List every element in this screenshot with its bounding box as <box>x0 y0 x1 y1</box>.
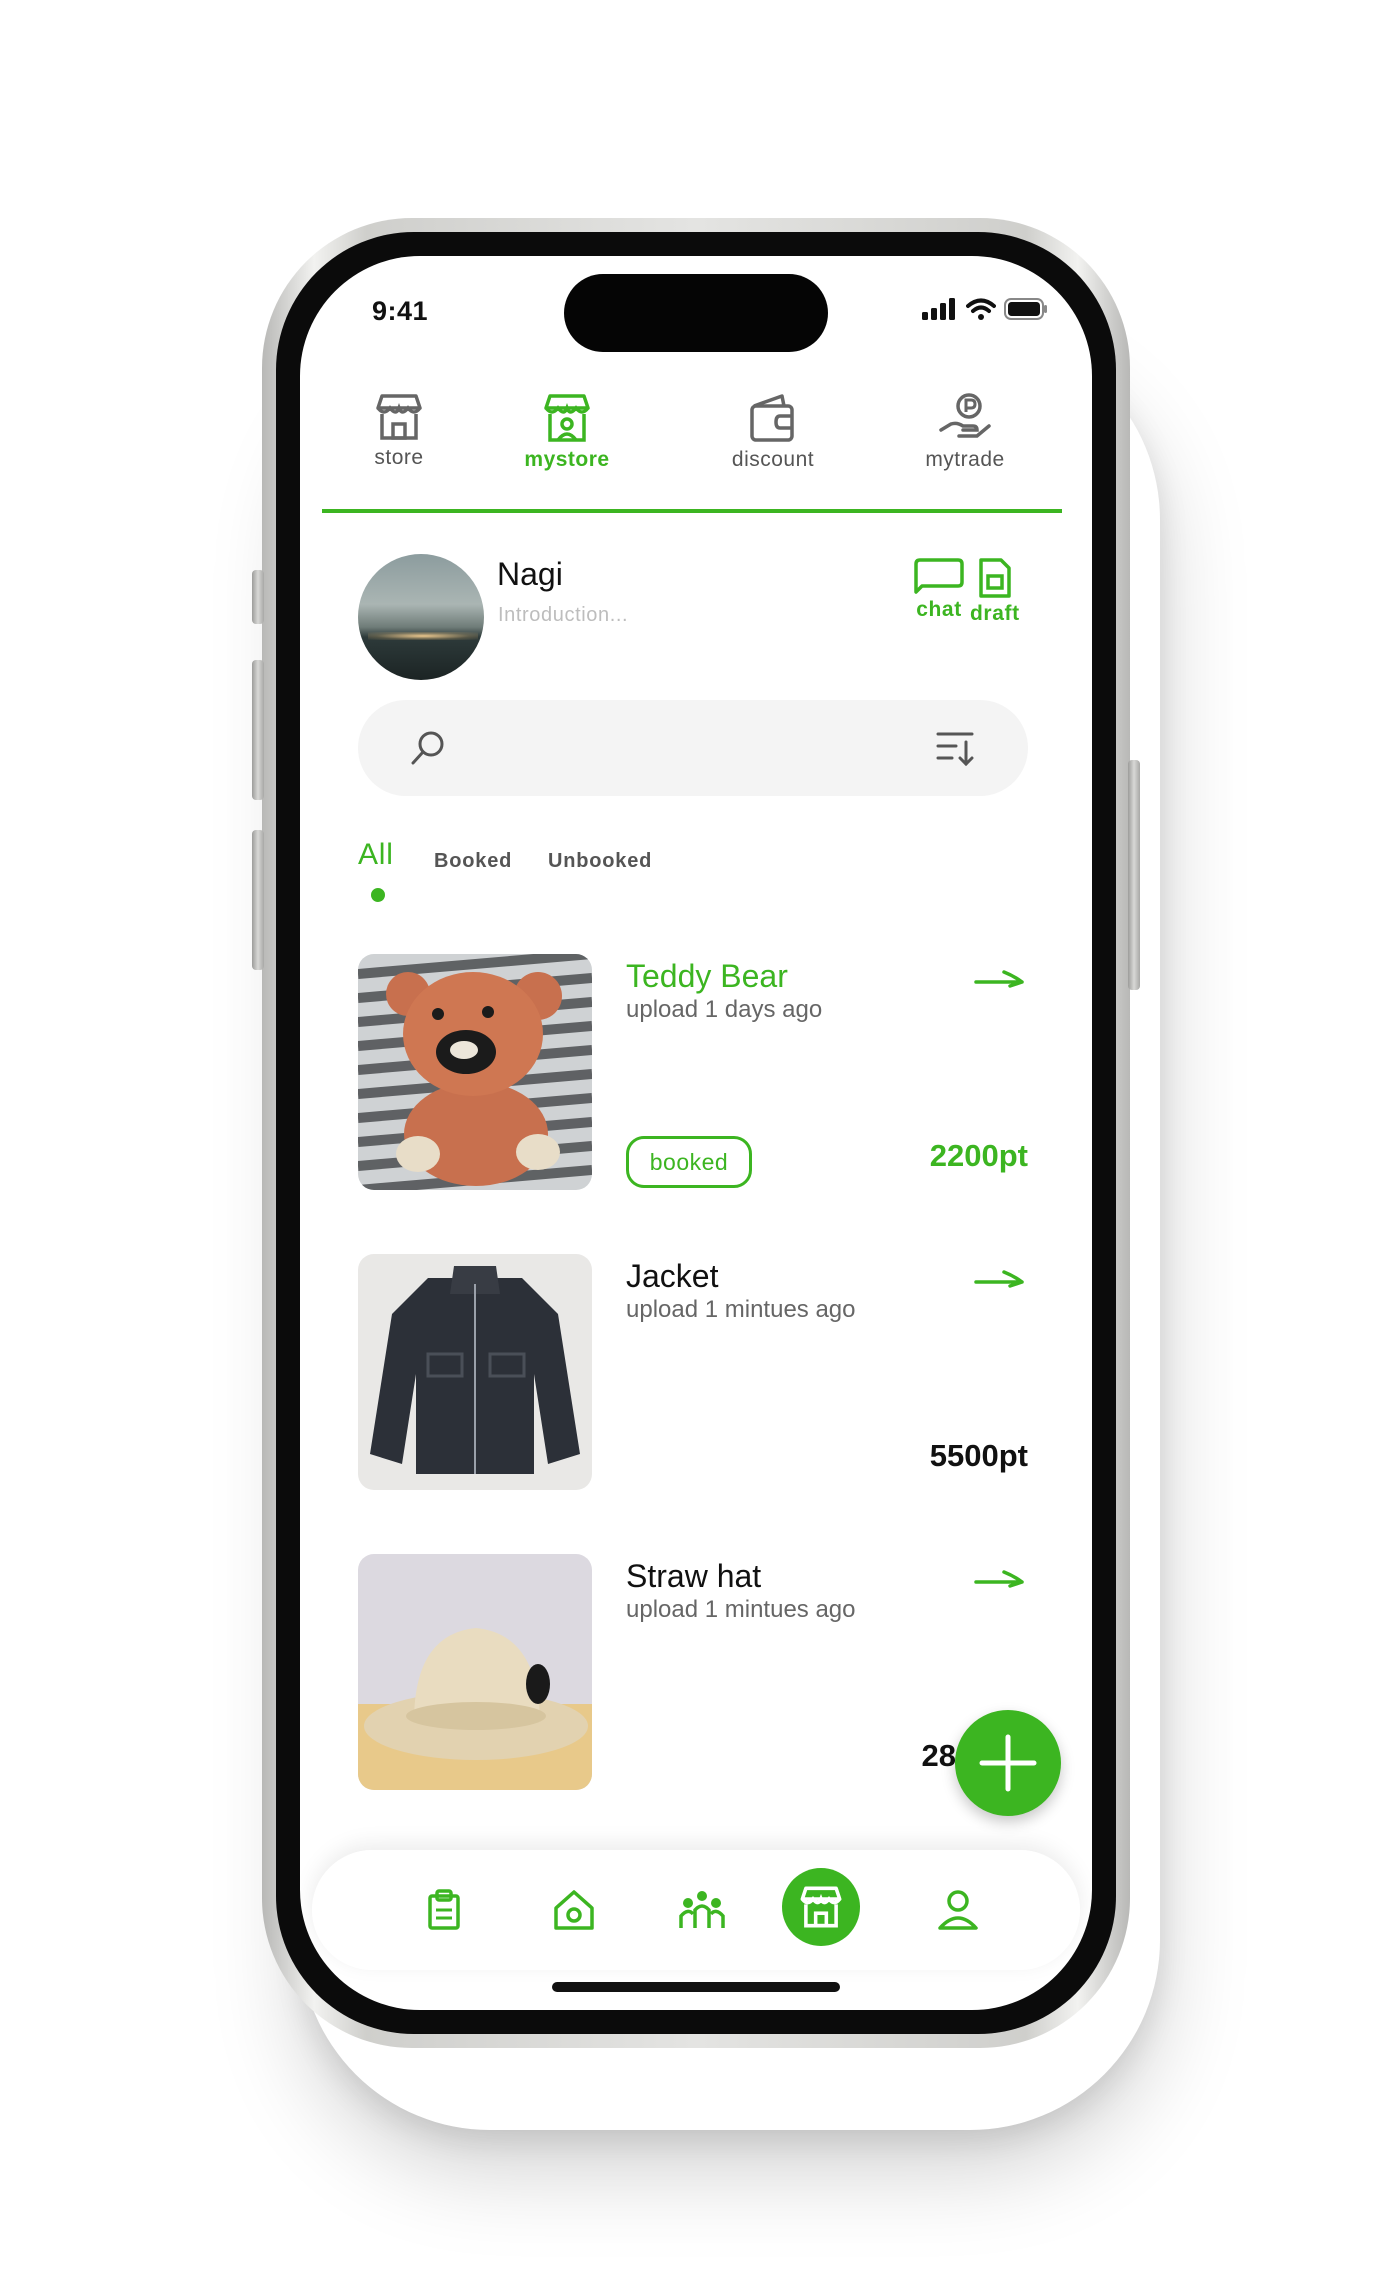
top-nav-mystore[interactable]: mystore <box>492 392 642 472</box>
store-icon <box>800 1886 842 1928</box>
share-icon[interactable] <box>974 964 1028 988</box>
tab-all[interactable]: All <box>358 838 394 872</box>
top-nav-underline <box>322 509 1062 513</box>
product-title[interactable]: Jacket <box>626 1258 718 1295</box>
community-icon <box>679 1891 725 1928</box>
home-icon <box>554 1890 594 1930</box>
volume-down-button <box>252 830 264 970</box>
product-card[interactable]: Teddy Bear upload 1 days ago booked 2200… <box>358 954 1028 1190</box>
status-time: 9:41 <box>372 296 429 326</box>
top-nav-discount-label: discount <box>731 448 815 471</box>
draft-icon <box>979 558 1011 598</box>
store-icon <box>376 394 422 440</box>
chat-icon <box>914 558 964 594</box>
volume-up-button <box>252 660 264 800</box>
product-image-jacket <box>358 1254 592 1490</box>
profile-icon <box>938 1890 978 1930</box>
product-upload-time: upload 1 mintues ago <box>626 1296 856 1323</box>
wifi-icon <box>966 298 996 320</box>
signal-icon <box>922 298 955 320</box>
profile-name: Nagi <box>497 556 563 592</box>
product-image-straw-hat <box>358 1554 592 1790</box>
status-badge: booked <box>626 1136 752 1188</box>
product-card[interactable]: Jacket upload 1 mintues ago 5500pt <box>358 1254 1028 1490</box>
profile-intro[interactable]: Introduction... <box>498 604 628 627</box>
hand-coin-icon <box>939 393 991 438</box>
home-indicator[interactable] <box>552 1982 840 1992</box>
product-title[interactable]: Straw hat <box>626 1558 761 1595</box>
sort-icon[interactable] <box>934 728 976 768</box>
tab-unbooked[interactable]: Unbooked <box>548 850 652 873</box>
product-card[interactable]: Straw hat upload 1 mintues ago 28 <box>358 1554 1028 1790</box>
tab-active-dot <box>371 888 385 902</box>
draft-button[interactable]: draft <box>970 556 1020 626</box>
product-image-teddy-bear <box>358 954 592 1190</box>
plus-icon <box>979 1734 1037 1792</box>
power-button <box>1128 760 1140 990</box>
wallet-icon <box>750 394 794 442</box>
product-price: 2200pt <box>929 1138 1028 1173</box>
top-nav-mytrade-label: mytrade <box>925 448 1005 471</box>
top-nav-store[interactable]: store <box>324 392 474 470</box>
app-screen: 9:41 store mystore discount mytrade Nagi… <box>300 256 1092 2010</box>
bottom-nav-community[interactable] <box>662 1850 742 1970</box>
product-upload-time: upload 1 days ago <box>626 996 823 1023</box>
share-icon[interactable] <box>974 1264 1028 1288</box>
clipboard-icon <box>428 1889 460 1930</box>
top-nav-mystore-label: mystore <box>524 448 610 471</box>
top-nav: store mystore discount mytrade <box>322 392 1062 512</box>
add-item-button[interactable] <box>955 1710 1061 1816</box>
battery-icon <box>1004 298 1047 320</box>
top-nav-discount[interactable]: discount <box>698 392 848 472</box>
bottom-nav-clipboard[interactable] <box>404 1850 484 1970</box>
mystore-icon <box>544 394 590 442</box>
avatar[interactable] <box>358 554 484 680</box>
bottom-nav-home[interactable] <box>534 1850 614 1970</box>
product-upload-time: upload 1 mintues ago <box>626 1596 856 1623</box>
status-icons <box>922 298 1048 320</box>
chat-button[interactable]: chat <box>912 556 966 622</box>
top-nav-mytrade[interactable]: mytrade <box>890 392 1040 472</box>
search-icon[interactable] <box>408 728 448 768</box>
tab-booked[interactable]: Booked <box>434 850 512 873</box>
dynamic-island <box>564 274 828 352</box>
action-button <box>252 570 264 624</box>
draft-label: draft <box>970 602 1020 625</box>
bottom-nav <box>312 1850 1080 1970</box>
share-icon[interactable] <box>974 1564 1028 1588</box>
product-title[interactable]: Teddy Bear <box>626 958 788 995</box>
search-bar[interactable] <box>358 700 1028 796</box>
product-price: 5500pt <box>929 1438 1028 1473</box>
bottom-nav-profile[interactable] <box>918 1850 998 1970</box>
chat-label: chat <box>916 598 962 621</box>
bottom-nav-mystore[interactable] <box>782 1868 860 1946</box>
top-nav-store-label: store <box>374 446 424 469</box>
product-price: 28 <box>921 1738 956 1773</box>
